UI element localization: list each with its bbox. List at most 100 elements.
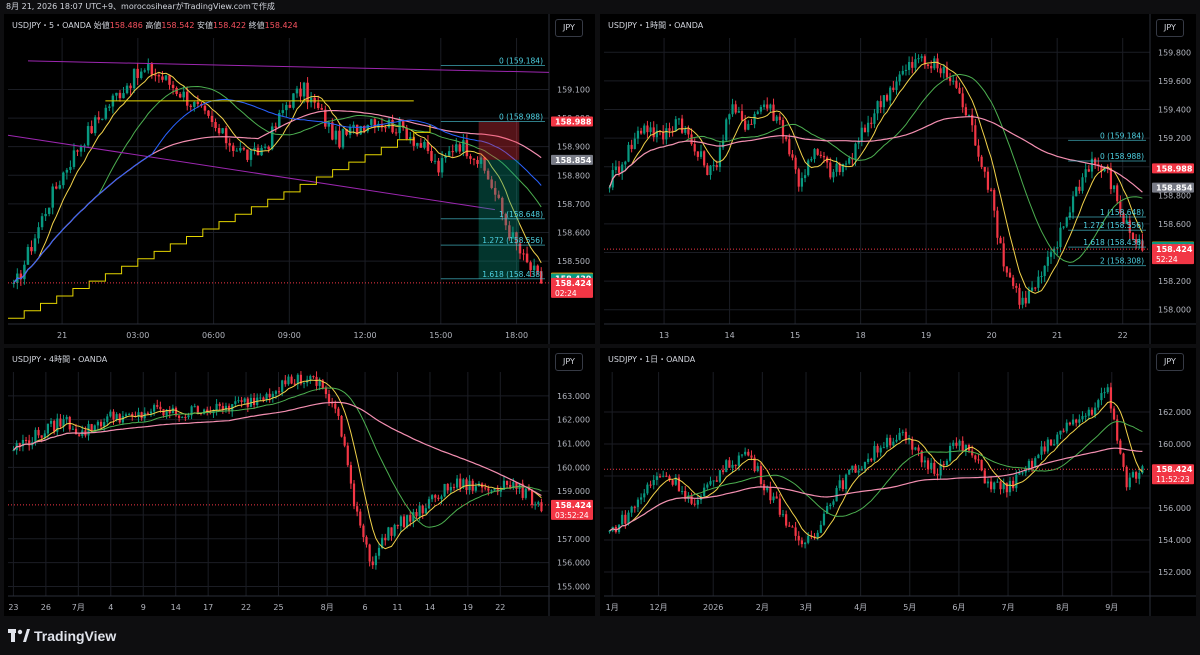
candle-body: [898, 74, 901, 82]
candle-body: [221, 128, 224, 134]
candle-body: [1065, 217, 1068, 227]
candle-body: [58, 185, 62, 189]
candle-body: [437, 160, 440, 173]
candle-body: [157, 75, 161, 77]
candle-body: [465, 140, 469, 157]
candle-body: [99, 421, 103, 427]
time-tick-label: 15:00: [429, 331, 452, 340]
currency-button[interactable]: JPY: [1156, 353, 1184, 371]
candle-body: [693, 503, 696, 505]
candle-body: [816, 532, 819, 538]
candle-body: [189, 105, 193, 107]
currency-button[interactable]: JPY: [1156, 19, 1184, 37]
candle-body: [270, 126, 274, 150]
candle-body: [1037, 454, 1040, 459]
candle-body: [813, 149, 816, 160]
candle-body: [895, 439, 898, 442]
candle-body: [889, 87, 892, 101]
candle-body: [1062, 226, 1065, 228]
candle-body: [451, 151, 454, 153]
price-chart-1d[interactable]: 162.000160.000158.000156.000154.000152.0…: [600, 348, 1196, 616]
candle-body: [1112, 185, 1116, 190]
currency-button[interactable]: JPY: [555, 19, 583, 37]
price-tick-label: 156.000: [557, 559, 590, 568]
fib-level-label: 1.618 (158.438): [482, 270, 543, 279]
candle-body: [772, 104, 775, 121]
chart-panel-1h[interactable]: 159.800159.600159.400159.200159.000158.8…: [600, 14, 1196, 344]
candle-body: [540, 502, 543, 512]
candle-body: [459, 478, 462, 488]
chart-panel-4h[interactable]: 163.000162.000161.000160.000159.000158.0…: [4, 348, 595, 616]
time-tick-label: 22: [241, 603, 251, 612]
candle-body: [728, 114, 731, 120]
price-chart-4h[interactable]: 163.000162.000161.000160.000159.000158.0…: [4, 348, 595, 616]
candle-body: [484, 487, 487, 489]
candle-body: [1116, 185, 1119, 202]
bar-countdown-label: 11:52:23: [1156, 475, 1190, 484]
candle-body: [86, 126, 90, 146]
candle-body: [493, 488, 496, 491]
candle-body: [614, 166, 617, 171]
time-tick-label: 19: [463, 603, 473, 612]
candle-body: [446, 483, 449, 491]
candle-body: [406, 515, 409, 528]
time-tick-label: 15: [790, 331, 800, 340]
price-tick-label: 161.000: [557, 439, 590, 448]
candle-body: [337, 408, 340, 416]
candle-body: [961, 93, 964, 108]
candle-body: [1081, 177, 1084, 191]
candle-body: [490, 490, 493, 492]
time-tick-label: 25: [273, 603, 283, 612]
candle-body: [1119, 440, 1122, 454]
chart-legend: USDJPY・4時間・OANDA: [12, 354, 107, 365]
candle-body: [341, 128, 345, 148]
candle-body: [863, 127, 867, 133]
candle-body: [895, 81, 898, 91]
candle-body: [62, 172, 65, 186]
candle-body: [1084, 415, 1087, 417]
ma-slow-line: [13, 110, 542, 284]
candle-body: [721, 470, 725, 473]
candle-body: [349, 465, 352, 484]
snapshot-caption: 8月 21, 2026 18:07 UTC+9、morocosihearがTra…: [0, 0, 1200, 14]
candle-body: [624, 161, 627, 165]
price-chart-1h[interactable]: 159.800159.600159.400159.200159.000158.8…: [600, 14, 1196, 344]
chart-panel-1d[interactable]: 162.000160.000158.000156.000154.000152.0…: [600, 348, 1196, 616]
candle-body: [112, 411, 115, 420]
candle-body: [699, 151, 703, 157]
candle-body: [193, 406, 196, 408]
candle-body: [437, 497, 440, 499]
candle-body: [352, 483, 356, 507]
price-tick-label: 159.600: [1158, 77, 1191, 86]
candle-body: [744, 451, 747, 455]
candle-body: [71, 428, 75, 430]
candle-body: [709, 481, 712, 485]
candle-body: [416, 143, 419, 146]
candle-body: [945, 460, 949, 466]
candle-body: [530, 490, 534, 505]
candle-body: [740, 454, 744, 456]
candle-body: [458, 144, 462, 152]
candle-body: [1015, 285, 1018, 288]
price-tick-label: 157.000: [557, 535, 590, 544]
time-tick-label: 06:00: [202, 331, 225, 340]
candle-body: [374, 555, 377, 566]
time-tick-label: 5月: [903, 603, 916, 612]
tradingview-logo[interactable]: TradingView: [8, 628, 116, 644]
candle-body: [46, 423, 50, 434]
time-tick-label: 6: [363, 603, 368, 612]
candle-body: [393, 524, 396, 536]
candle-body: [696, 151, 699, 157]
time-tick-label: 4月: [854, 603, 867, 612]
currency-button[interactable]: JPY: [555, 353, 583, 371]
candle-body: [665, 475, 668, 477]
candle-body: [781, 514, 785, 516]
candle-body: [171, 84, 175, 88]
candle-body: [1008, 272, 1012, 278]
price-tick-label: 159.800: [1158, 48, 1191, 57]
candle-body: [228, 143, 231, 146]
candle-body: [1087, 409, 1090, 416]
candle-body: [427, 499, 431, 509]
price-chart-5min[interactable]: 159.100159.000158.900158.800158.700158.6…: [4, 14, 595, 344]
chart-panel-5min[interactable]: 159.100159.000158.900158.800158.700158.6…: [4, 14, 595, 344]
